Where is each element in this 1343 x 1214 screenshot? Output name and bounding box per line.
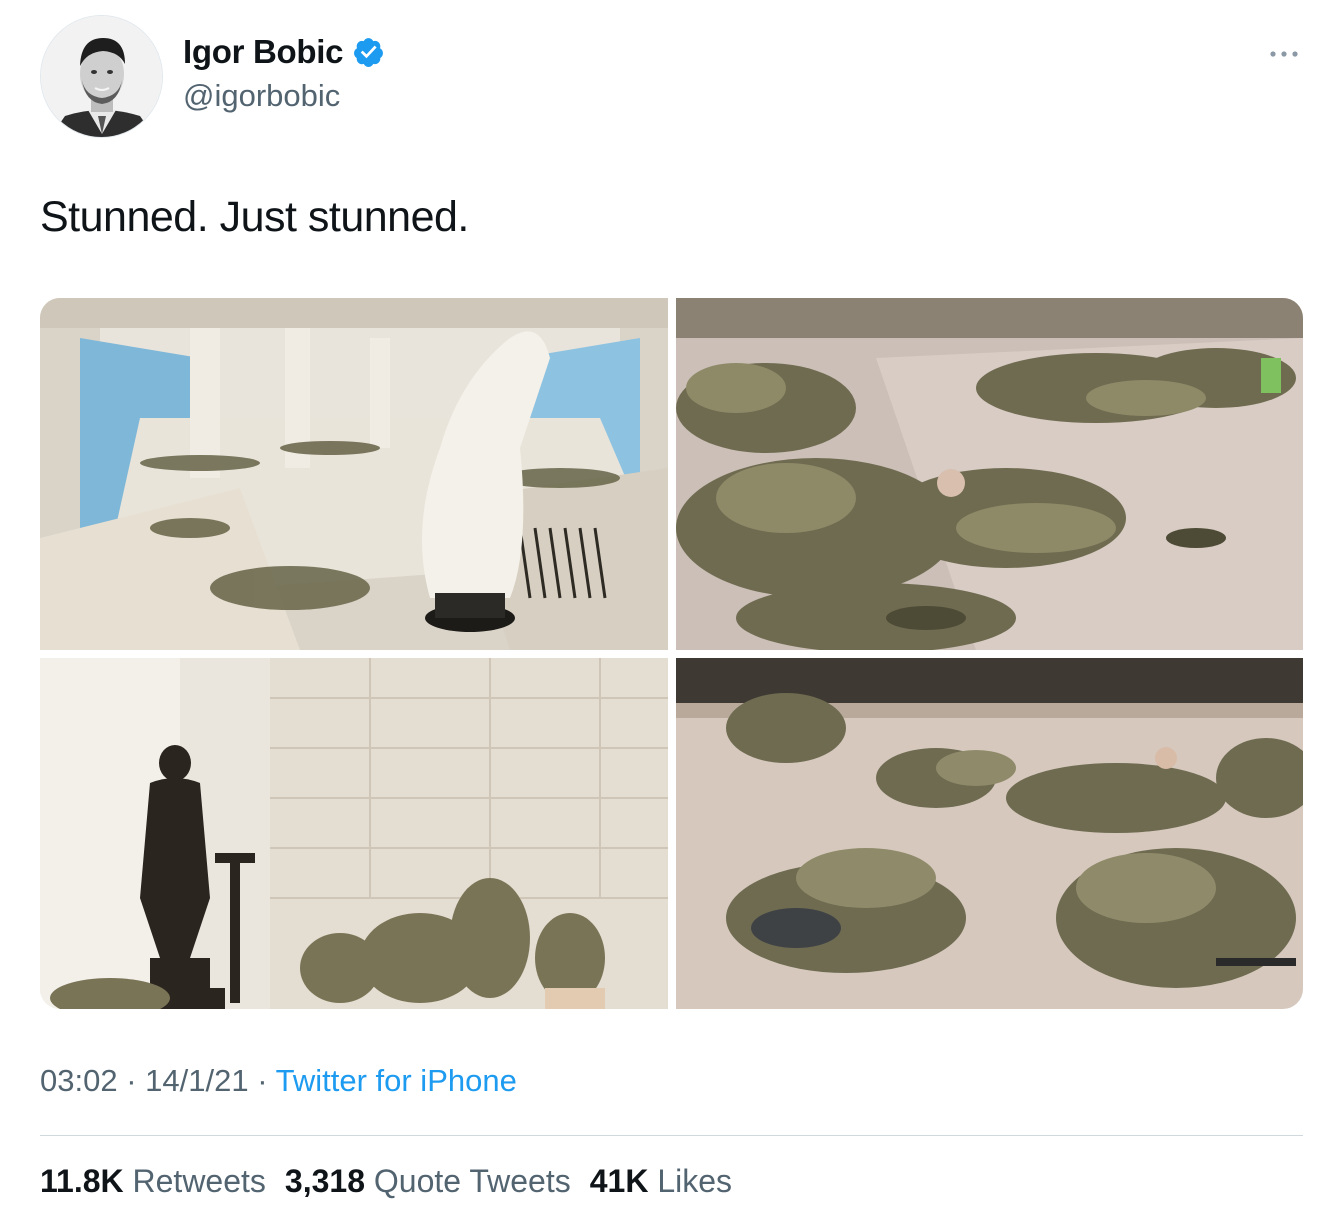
quote-tweets-label: Quote Tweets [373,1163,571,1199]
media-photo-2[interactable] [676,298,1303,650]
photo-soldiers-sleeping-on-floor [676,298,1303,650]
meta-separator: · [257,1063,268,1098]
quote-tweets-count: 3,318 [284,1163,365,1199]
author-display-name[interactable]: Igor Bobic [183,33,343,71]
quote-tweets-stat[interactable]: 3,318 Quote Tweets [285,1163,571,1200]
retweets-label: Retweets [132,1163,266,1199]
media-photo-1[interactable] [40,298,668,650]
author-name-row[interactable]: Igor Bobic [183,33,385,71]
tweet-time[interactable]: 03:02 [40,1063,118,1098]
tweet-date[interactable]: 14/1/21 [145,1063,248,1098]
likes-stat[interactable]: 41K Likes [590,1163,732,1200]
retweets-count: 11.8K [40,1163,124,1199]
verified-badge-icon [354,37,384,67]
more-options-icon[interactable] [1267,44,1301,64]
media-grid [40,298,1303,1009]
meta-separator: · [126,1063,137,1098]
media-photo-4[interactable] [676,658,1303,1009]
photo-capitol-visitor-center-statue [40,298,668,650]
divider [40,1135,1303,1136]
avatar-portrait-icon [41,16,162,137]
retweets-stat[interactable]: 11.8K Retweets [40,1163,266,1200]
tweet-stats: 11.8K Retweets 3,318 Quote Tweets 41K Li… [40,1163,732,1200]
photo-statue-and-soldiers [40,658,668,1009]
likes-label: Likes [657,1163,733,1199]
tweet-text: Stunned. Just stunned. [40,193,469,241]
tweet-source-link[interactable]: Twitter for iPhone [276,1063,517,1098]
author-handle[interactable]: @igorbobic [183,78,340,114]
avatar[interactable] [40,15,163,138]
likes-count: 41K [589,1163,649,1199]
tweet-meta: 03:02 · 14/1/21 · Twitter for iPhone [40,1063,517,1099]
photo-soldiers-resting-on-floor [676,658,1303,1009]
media-photo-3[interactable] [40,658,668,1009]
